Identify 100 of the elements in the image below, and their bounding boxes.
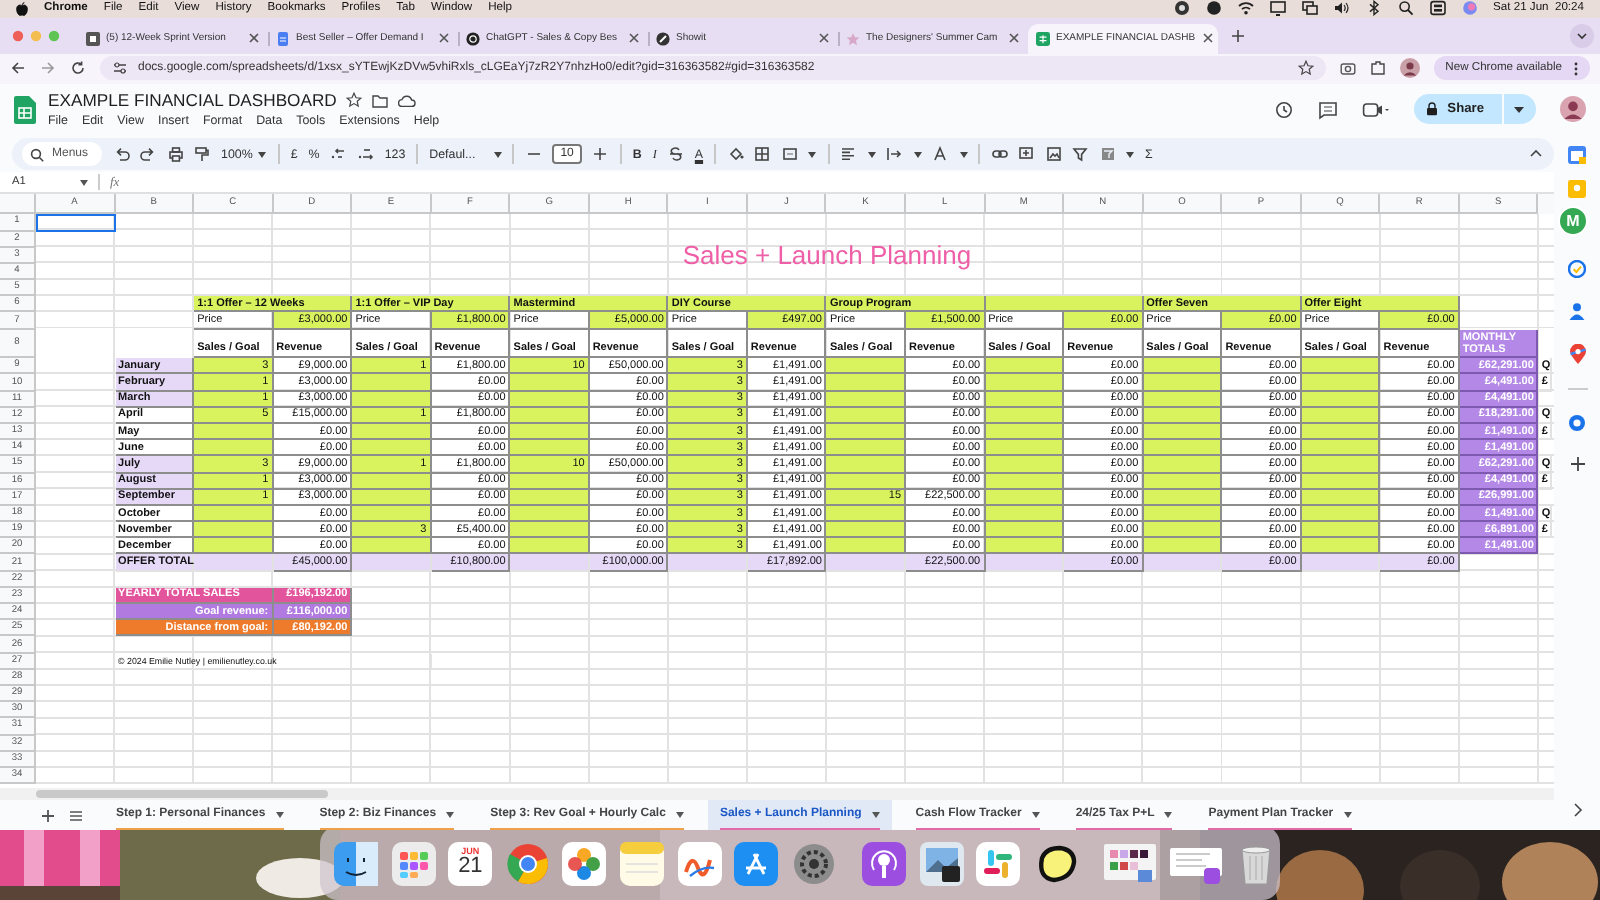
- browser-icon[interactable]: [505, 841, 550, 886]
- tasks-icon[interactable]: [1568, 260, 1586, 279]
- redo-icon[interactable]: [140, 146, 157, 163]
- star-outline-icon[interactable]: [1297, 60, 1314, 77]
- close-button[interactable]: [12, 29, 24, 42]
- app-grid-icon[interactable]: [391, 841, 436, 886]
- borders-icon[interactable]: [754, 146, 771, 163]
- person-icon[interactable]: [1568, 302, 1586, 321]
- table-cell: [985, 554, 1065, 572]
- close-icon[interactable]: [1008, 32, 1020, 45]
- display-icon[interactable]: [1269, 0, 1286, 17]
- hash-app-icon[interactable]: [976, 841, 1021, 886]
- back-icon[interactable]: [10, 60, 26, 77]
- blob-icon[interactable]: [1033, 841, 1078, 886]
- finder-icon[interactable]: [334, 841, 378, 886]
- star-outline-icon[interactable]: [346, 92, 363, 109]
- bluetooth-icon[interactable]: [1365, 0, 1382, 17]
- site-settings-icon[interactable]: [112, 60, 128, 77]
- table-cell: [194, 554, 274, 572]
- strikethrough-icon[interactable]: [667, 146, 684, 163]
- circle-logo-icon: [656, 31, 670, 46]
- history-icon[interactable]: [1273, 99, 1294, 120]
- circle-app-icon[interactable]: [1568, 414, 1586, 433]
- undo-icon[interactable]: [113, 146, 130, 163]
- caret-icon: [1164, 811, 1173, 818]
- plus-icon[interactable]: [1569, 456, 1585, 473]
- text-wrap-icon[interactable]: [886, 146, 903, 163]
- table-cell: [1301, 374, 1381, 392]
- decrease-decimals-icon[interactable]: [330, 146, 347, 163]
- scrollbar-thumb[interactable]: [36, 790, 328, 799]
- table-cell: [510, 374, 590, 392]
- table-cell: [826, 456, 907, 474]
- align-icon[interactable]: [840, 146, 857, 163]
- filter-views-icon[interactable]: [1099, 146, 1116, 163]
- windows-icon[interactable]: [1301, 0, 1318, 17]
- table-cell: [826, 538, 907, 555]
- avatar-icon[interactable]: [1399, 58, 1420, 79]
- page-icon: [86, 31, 100, 46]
- close-icon[interactable]: [628, 32, 640, 45]
- merge-cells-icon[interactable]: [781, 146, 798, 163]
- wifi-icon[interactable]: [1237, 0, 1254, 17]
- map-pin-icon[interactable]: [1569, 344, 1585, 365]
- document-title[interactable]: EXAMPLE FINANCIAL DASHBOARD: [48, 90, 337, 111]
- plus-icon[interactable]: [1230, 27, 1246, 44]
- link-icon[interactable]: [991, 146, 1008, 163]
- filter-icon[interactable]: [1072, 146, 1089, 163]
- table-cell: [826, 358, 907, 375]
- window-thumbnail[interactable]: [1103, 843, 1156, 884]
- ring-icon: [466, 31, 480, 46]
- sheet-title: Sales + Launch Planning: [680, 238, 974, 275]
- search-icon[interactable]: [1397, 0, 1414, 17]
- table-cell: [985, 358, 1065, 375]
- folder-icon[interactable]: [372, 93, 389, 108]
- add-sheet-icon[interactable]: [40, 807, 56, 824]
- close-icon[interactable]: [438, 32, 450, 45]
- table-cell: [352, 440, 432, 457]
- avatar-icon[interactable]: [1560, 96, 1586, 123]
- app-store-icon[interactable]: [734, 841, 779, 886]
- puzzle-icon[interactable]: [1369, 60, 1386, 77]
- apple-icon[interactable]: [16, 1, 28, 16]
- table-cell: [194, 522, 274, 539]
- caret-icon: [258, 151, 267, 158]
- text-rotation-icon[interactable]: [932, 146, 949, 163]
- fill-color-icon[interactable]: [727, 146, 744, 163]
- table-cell: [1301, 456, 1381, 474]
- chevron-down-icon[interactable]: [1570, 23, 1594, 48]
- podcast-icon[interactable]: [861, 841, 906, 886]
- caret-icon: [1126, 151, 1135, 158]
- table-cell: [985, 538, 1065, 555]
- calendar-icon[interactable]: [1568, 146, 1586, 165]
- lock-icon: [1425, 102, 1438, 117]
- control-center-icon[interactable]: [1429, 0, 1446, 17]
- print-icon[interactable]: [167, 146, 184, 163]
- close-icon[interactable]: [818, 32, 830, 45]
- plus-icon[interactable]: [592, 146, 609, 163]
- paint-roller-icon[interactable]: [194, 146, 211, 163]
- table-cell: [1143, 554, 1223, 572]
- caret-icon: [275, 811, 284, 818]
- gear-icon[interactable]: [791, 841, 836, 886]
- record-icon[interactable]: [1173, 0, 1190, 17]
- increase-decimals-icon[interactable]: [357, 146, 374, 163]
- scribble-icon[interactable]: [677, 841, 722, 886]
- camera-icon[interactable]: [1339, 60, 1356, 77]
- cloud-icon[interactable]: [398, 93, 417, 108]
- volume-icon[interactable]: [1333, 0, 1350, 17]
- chevron-right-icon[interactable]: [1571, 802, 1583, 819]
- table-cell: [352, 554, 432, 572]
- reload-icon[interactable]: [70, 60, 86, 77]
- photo-viewer-icon[interactable]: [919, 841, 964, 886]
- close-icon[interactable]: [248, 32, 260, 45]
- caret-icon: [871, 811, 880, 818]
- selected-cell[interactable]: [36, 214, 116, 232]
- add-comment-icon[interactable]: [1018, 146, 1035, 163]
- forward-icon[interactable]: [40, 60, 56, 77]
- all-sheets-icon[interactable]: [68, 807, 84, 824]
- comment-icon[interactable]: [1317, 99, 1338, 120]
- close-icon[interactable]: [1201, 32, 1214, 45]
- insert-image-icon[interactable]: [1045, 146, 1062, 163]
- window-thumbnail[interactable]: [1169, 843, 1221, 884]
- sheets-logo-icon[interactable]: [14, 95, 36, 124]
